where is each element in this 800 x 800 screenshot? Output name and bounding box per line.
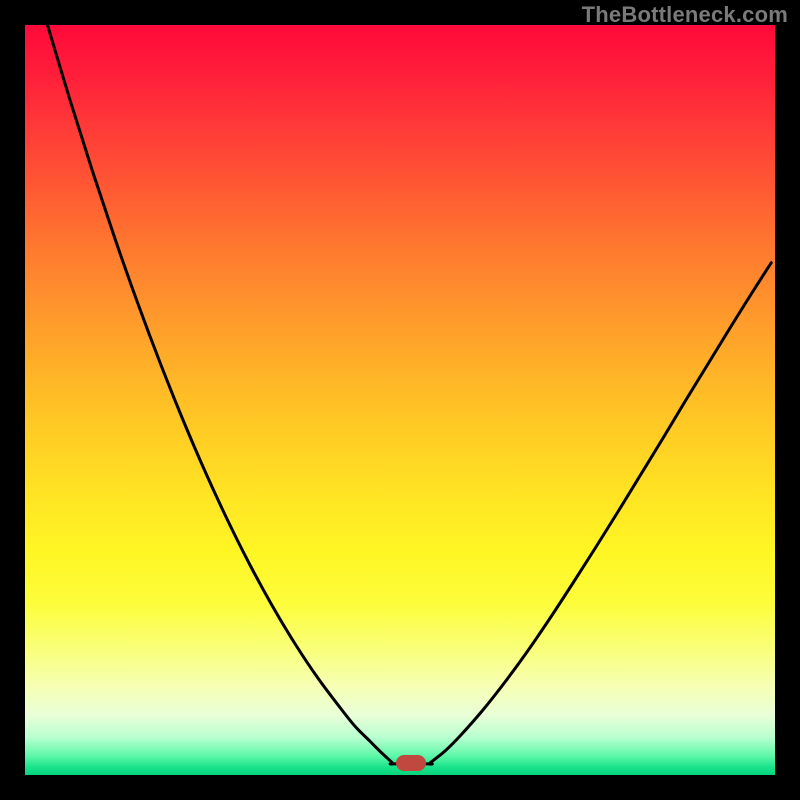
chart-frame: TheBottleneck.com: [0, 0, 800, 800]
curve-path: [48, 25, 772, 764]
plot-area: [25, 25, 775, 775]
watermark-text: TheBottleneck.com: [582, 2, 788, 28]
bottleneck-marker: [396, 755, 426, 771]
bottleneck-curve: [25, 25, 775, 775]
